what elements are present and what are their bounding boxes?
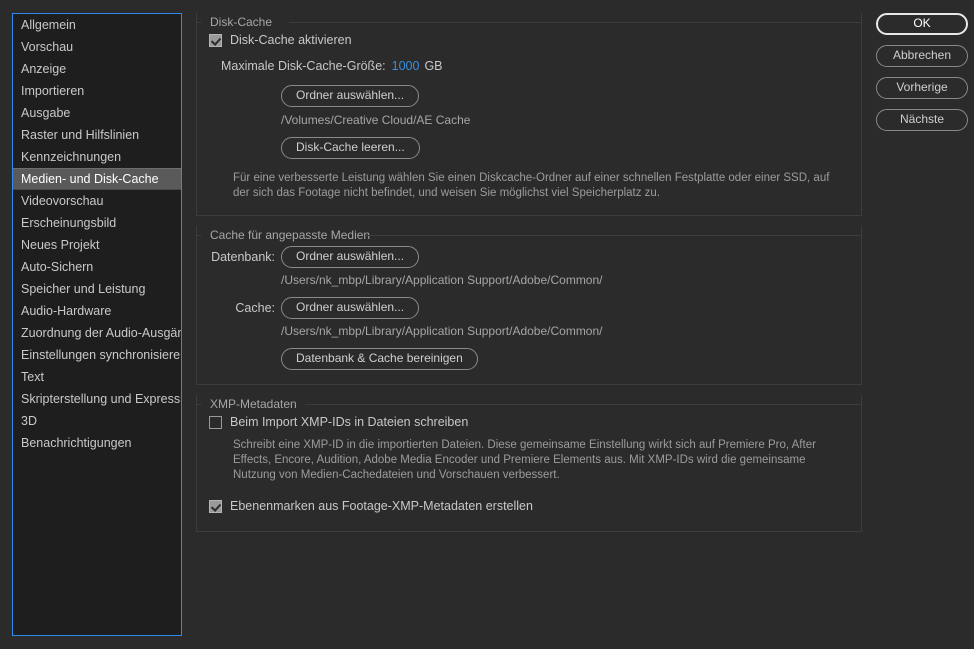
choose-cache-folder-button[interactable]: Ordner auswählen...	[281, 297, 420, 319]
disk-cache-hint: Für eine verbesserte Leistung wählen Sie…	[233, 172, 830, 199]
cache-label: Cache:	[235, 301, 275, 315]
clean-database-button-row: Datenbank & Cache bereinigen	[281, 348, 849, 370]
xmp-hint: Schreibt eine XMP-ID in die importierten…	[233, 439, 816, 481]
sidebar-item[interactable]: Vorschau	[13, 36, 181, 58]
conformed-media-legend: Cache für angepasste Medien	[205, 227, 376, 243]
write-xmp-ids-label: Beim Import XMP-IDs in Dateien schreiben	[230, 415, 469, 429]
sidebar-item[interactable]: Audio-Hardware	[13, 300, 181, 322]
empty-disk-cache-button[interactable]: Disk-Cache leeren...	[281, 137, 420, 159]
previous-button[interactable]: Vorherige	[876, 77, 968, 99]
sidebar-item[interactable]: Einstellungen synchronisieren	[13, 344, 181, 366]
layer-markers-label: Ebenenmarken aus Footage-XMP-Metadaten e…	[230, 499, 533, 513]
sidebar-item[interactable]: Medien- und Disk-Cache	[13, 168, 181, 190]
sidebar-item[interactable]: Erscheinungsbild	[13, 212, 181, 234]
sidebar-item[interactable]: Raster und Hilfslinien	[13, 124, 181, 146]
disk-cache-folder-path: /Volumes/Creative Cloud/AE Cache	[281, 113, 471, 127]
sidebar-item[interactable]: Zuordnung der Audio-Ausgänge	[13, 322, 181, 344]
disk-cache-folder-button-row: Ordner auswählen...	[281, 85, 849, 107]
enable-disk-cache-row[interactable]: Disk-Cache aktivieren	[209, 33, 849, 47]
cancel-button[interactable]: Abbrechen	[876, 45, 968, 67]
max-disk-cache-size-value[interactable]: 1000	[392, 59, 420, 73]
sidebar-item[interactable]: Allgemein	[13, 14, 181, 36]
database-folder-row: Datenbank: Ordner auswählen...	[209, 246, 849, 268]
enable-disk-cache-checkbox[interactable]	[209, 33, 222, 47]
sidebar-item[interactable]: Auto-Sichern	[13, 256, 181, 278]
clean-database-and-cache-button[interactable]: Datenbank & Cache bereinigen	[281, 348, 478, 370]
database-label: Datenbank:	[211, 250, 275, 264]
sidebar-item[interactable]: 3D	[13, 410, 181, 432]
cache-path: /Users/nk_mbp/Library/Application Suppor…	[281, 324, 603, 338]
max-disk-cache-size-row: Maximale Disk-Cache-Größe: 1000 GB	[221, 59, 849, 73]
database-path: /Users/nk_mbp/Library/Application Suppor…	[281, 273, 603, 287]
preferences-category-list[interactable]: Allgemein Vorschau Anzeige Importieren Ausga…	[12, 13, 182, 636]
xmp-metadata-legend: XMP-Metadaten	[205, 396, 302, 412]
sidebar-item[interactable]: Ausgabe	[13, 102, 181, 124]
sidebar-item[interactable]: Anzeige	[13, 58, 181, 80]
cache-folder-row: Cache: Ordner auswählen...	[209, 297, 849, 319]
sidebar-item[interactable]: Benachrichtigungen	[13, 432, 181, 454]
max-disk-cache-size-label: Maximale Disk-Cache-Größe:	[221, 59, 386, 73]
max-disk-cache-size-unit: GB	[424, 59, 443, 73]
preferences-main-panel: Disk-Cache Disk-Cache aktivieren Maximal…	[196, 13, 862, 542]
layer-markers-checkbox[interactable]	[209, 499, 222, 513]
layer-markers-row[interactable]: Ebenenmarken aus Footage-XMP-Metadaten e…	[209, 499, 849, 513]
empty-disk-cache-button-row: Disk-Cache leeren...	[281, 137, 849, 159]
write-xmp-ids-row[interactable]: Beim Import XMP-IDs in Dateien schreiben	[209, 415, 849, 429]
sidebar-item[interactable]: Speicher und Leistung	[13, 278, 181, 300]
choose-disk-cache-folder-button[interactable]: Ordner auswählen...	[281, 85, 420, 107]
conformed-media-cache-group: Cache für angepasste Medien Datenbank: O…	[196, 226, 862, 385]
sidebar-item[interactable]: Neues Projekt	[13, 234, 181, 256]
dialog-button-column: OK Abbrechen Vorherige Nächste	[876, 13, 968, 141]
enable-disk-cache-label: Disk-Cache aktivieren	[230, 33, 352, 47]
sidebar-item[interactable]: Videovorschau	[13, 190, 181, 212]
sidebar-item[interactable]: Kennzeichnungen	[13, 146, 181, 168]
group-legend-rule: XMP-Metadaten	[197, 395, 861, 412]
sidebar-item[interactable]: Skripterstellung und Expressions	[13, 388, 181, 410]
write-xmp-ids-checkbox[interactable]	[209, 415, 222, 429]
group-legend-rule: Cache für angepasste Medien	[197, 226, 861, 243]
choose-database-folder-button[interactable]: Ordner auswählen...	[281, 246, 420, 268]
sidebar-item[interactable]: Importieren	[13, 80, 181, 102]
sidebar-item[interactable]: Text	[13, 366, 181, 388]
next-button[interactable]: Nächste	[876, 109, 968, 131]
disk-cache-legend: Disk-Cache	[205, 14, 278, 30]
disk-cache-group: Disk-Cache Disk-Cache aktivieren Maximal…	[196, 13, 862, 216]
group-legend-rule: Disk-Cache	[197, 13, 861, 30]
ok-button[interactable]: OK	[876, 13, 968, 35]
xmp-metadata-group: XMP-Metadaten Beim Import XMP-IDs in Dat…	[196, 395, 862, 532]
